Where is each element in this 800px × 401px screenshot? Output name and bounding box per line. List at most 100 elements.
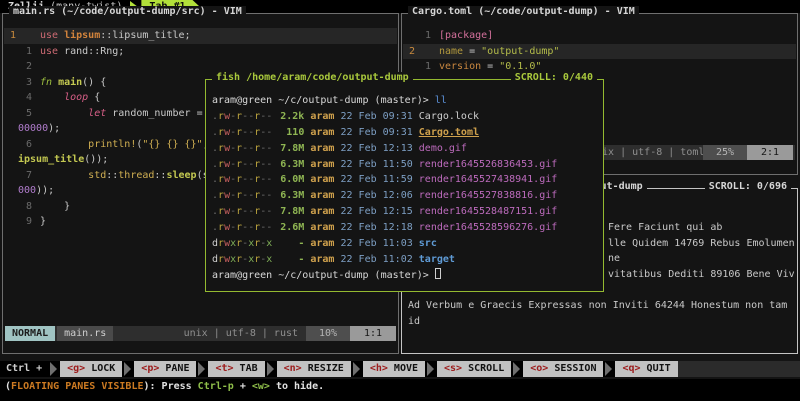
ribbon-separator-icon xyxy=(196,361,208,377)
code-line: 1version = "0.1.0" xyxy=(403,59,796,75)
hint-segment: <w> xyxy=(252,381,270,392)
file-size: 110 xyxy=(278,125,304,141)
vim-statusline-left: NORMAL main.rs unix | utf-8 | rust 10% 1… xyxy=(5,326,396,342)
keybar-item-session[interactable]: <o> SESSION xyxy=(523,361,603,377)
vim-mode-badge: NORMAL xyxy=(5,326,55,342)
line-number: 9 xyxy=(10,214,32,230)
hint-segment: + xyxy=(234,381,252,392)
fish-shell-content[interactable]: aram@green ~/c/output-dump (master)> ll.… xyxy=(212,93,601,289)
file-name: src xyxy=(419,238,437,249)
keybar-key: <q> xyxy=(622,363,640,374)
code-token: use xyxy=(40,44,64,60)
file-name: Cargo.lock xyxy=(419,111,479,122)
file-size: 6.0M xyxy=(278,172,304,188)
keybar-key: <h> xyxy=(370,363,388,374)
shell-prompt: aram@green ~/c/output-dump (master)> xyxy=(212,268,601,284)
file-size: - xyxy=(278,252,304,268)
code-token: ipsum_title xyxy=(18,152,84,168)
keybar-key: <n> xyxy=(284,363,302,374)
file-permissions: drwxr-xr-x xyxy=(212,238,272,249)
output-line: Ad Verbum e Graecis Expressas non Inviti… xyxy=(408,300,787,311)
file-date: 22 Feb 11:59 xyxy=(341,174,413,185)
file-date: 22 Feb 12:13 xyxy=(341,143,413,154)
file-name: render1645528487151.gif xyxy=(419,206,557,217)
file-owner: aram xyxy=(310,111,334,122)
code-token: :: xyxy=(106,168,118,184)
file-permissions: .rw-r--r-- xyxy=(212,190,272,201)
file-size: 6.3M xyxy=(278,188,304,204)
keybar-item-pane[interactable]: <p> PANE xyxy=(134,361,196,377)
code-token: "output-dump" xyxy=(481,44,559,60)
code-token: { xyxy=(94,90,100,106)
gutter-gap xyxy=(32,28,40,44)
code-token: = xyxy=(463,44,481,60)
ribbon-separator-icon xyxy=(265,361,277,377)
keybar-key: <o> xyxy=(530,363,548,374)
prompt-text: aram@green ~/c/output-dump (master)> xyxy=(212,95,435,106)
code-token: random_number xyxy=(112,106,190,122)
file-size: 7.8M xyxy=(278,141,304,157)
code-token: ::lipsum_title; xyxy=(100,28,190,44)
scroll-indicator: SCROLL: 0/696 xyxy=(705,181,791,192)
file-list-row: .rw-r--r-- 7.8M aram 22 Feb 12:13 demo.g… xyxy=(212,141,601,157)
file-owner: aram xyxy=(310,222,334,233)
keybar-key: <g> xyxy=(67,363,85,374)
keybar-item-scroll[interactable]: <s> SCROLL xyxy=(437,361,511,377)
vim-cursor-position: 1:1 xyxy=(350,326,396,342)
code-token: loop xyxy=(64,90,94,106)
code-token: name xyxy=(439,44,463,60)
gutter-gap xyxy=(32,75,40,91)
file-permissions: drwxr-xr-x xyxy=(212,254,272,265)
floating-pane-fish[interactable]: fish /home/aram/code/output-dump SCROLL:… xyxy=(205,79,604,292)
code-token: 000 xyxy=(18,183,36,199)
code-token: () { xyxy=(82,75,106,91)
file-owner: aram xyxy=(310,174,334,185)
line-number: 1 xyxy=(10,28,32,44)
line-number: 6 xyxy=(10,137,32,153)
pane-title-main-rs: main.rs (~/code/output-dump/src) - VIM xyxy=(9,6,246,17)
vim-cursor-position: 2:1 xyxy=(747,145,793,161)
file-size: 2.2k xyxy=(278,109,304,125)
file-name: target xyxy=(419,254,455,265)
prompt-command: ll xyxy=(435,95,447,106)
line-number: 8 xyxy=(10,199,32,215)
hint-segment: Press xyxy=(162,381,198,392)
vim-fileinfo: unix | utf-8 | toml xyxy=(590,145,704,161)
code-token: use xyxy=(40,28,64,44)
file-name: render1645528596276.gif xyxy=(419,222,557,233)
gutter-gap xyxy=(32,44,40,60)
file-name: render1645526836453.gif xyxy=(419,159,557,170)
file-list-row: .rw-r--r-- 6.3M aram 22 Feb 12:06 render… xyxy=(212,188,601,204)
file-list-row: .rw-r--r-- 2.2k aram 22 Feb 09:31 Cargo.… xyxy=(212,109,601,125)
pane-title-cargo-toml: Cargo.toml (~/code/output-dump) - VIM xyxy=(408,6,639,17)
wrap-indent xyxy=(10,121,18,137)
hint-segment: Ctrl-p xyxy=(198,381,234,392)
line-number: 2 xyxy=(409,44,431,60)
code-token: = xyxy=(481,59,499,75)
keybar-item-quit[interactable]: <q> QUIT xyxy=(615,361,677,377)
keybar-item-move[interactable]: <h> MOVE xyxy=(363,361,425,377)
gutter-gap xyxy=(32,90,40,106)
ribbon-separator-icon xyxy=(351,361,363,377)
keybar-item-tab[interactable]: <t> TAB xyxy=(208,361,264,377)
line-number: 7 xyxy=(10,168,32,184)
file-owner: aram xyxy=(310,238,334,249)
ribbon-separator-icon xyxy=(122,361,134,377)
keybar-item-resize[interactable]: <n> RESIZE xyxy=(277,361,351,377)
scroll-indicator: SCROLL: 0/440 xyxy=(511,72,597,83)
code-token: lipsum xyxy=(64,28,100,44)
ribbon-separator-icon xyxy=(511,361,523,377)
file-permissions: .rw-r--r-- xyxy=(212,174,272,185)
keybar-item-lock[interactable]: <g> LOCK xyxy=(60,361,122,377)
terminal-cursor[interactable] xyxy=(435,268,441,279)
code-token: ); xyxy=(48,121,60,137)
file-list-row: drwxr-xr-x - aram 22 Feb 11:02 target xyxy=(212,252,601,268)
file-permissions: .rw-r--r-- xyxy=(212,206,272,217)
code-token: [package] xyxy=(439,28,493,44)
code-line: 1[package] xyxy=(403,28,796,44)
vim-scroll-percent: 10% xyxy=(306,326,350,342)
code-line: 2 name = "output-dump" xyxy=(403,44,796,60)
vim-filename: main.rs xyxy=(57,326,113,342)
file-list-row: .rw-r--r-- 6.0M aram 22 Feb 11:59 render… xyxy=(212,172,601,188)
code-token xyxy=(40,90,64,106)
